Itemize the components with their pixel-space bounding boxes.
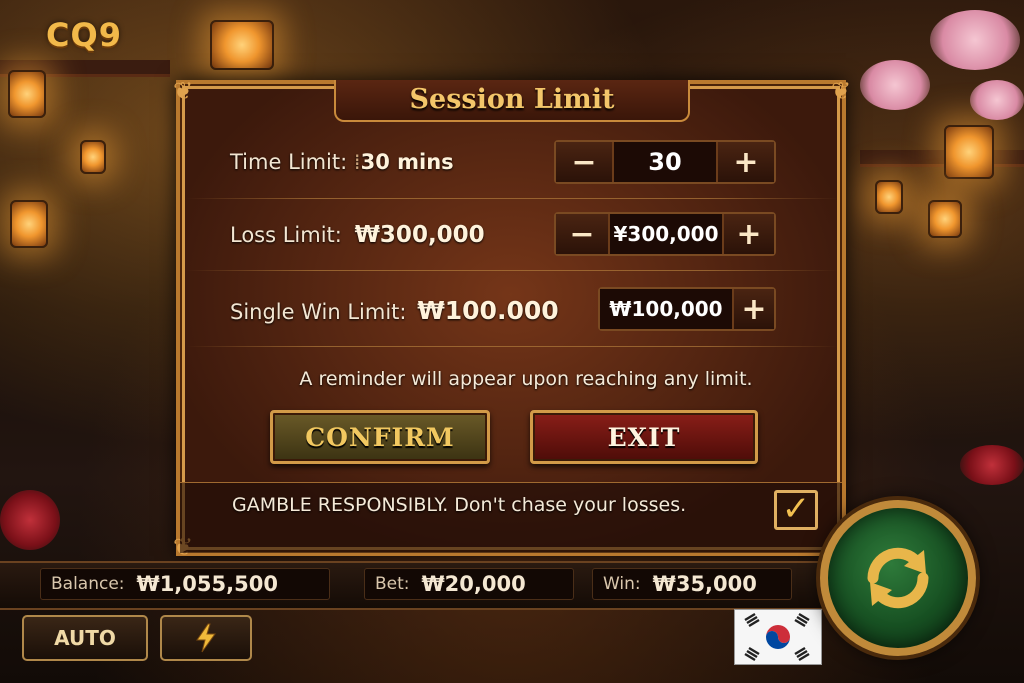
turbo-button[interactable] [160, 615, 252, 661]
single-win-limit-stepper: ₩100,000 + [598, 287, 776, 331]
roof-right [860, 150, 1024, 167]
time-limit-value: 30 mins [360, 150, 454, 174]
bet-label: Bet: [375, 574, 410, 594]
time-limit-input[interactable]: 30 [612, 142, 718, 182]
loss-limit-value: ₩300,000 [354, 222, 485, 248]
loss-limit-row: Loss Limit: ₩300,000 [230, 222, 485, 248]
text-cursor-icon: ⁞ [353, 150, 361, 174]
ornament-corner-icon: ❦ [830, 77, 852, 105]
dialog-title: Session Limit [409, 84, 615, 115]
win-value: ₩35,000 [652, 572, 757, 596]
single-win-limit-value: ₩100.000 [417, 296, 559, 325]
loss-limit-label: Loss Limit: [230, 223, 342, 247]
lantern [210, 20, 274, 70]
lantern [875, 180, 903, 214]
bet-display: Bet: ₩20,000 [364, 568, 574, 600]
red-flowers [960, 445, 1024, 485]
loss-limit-stepper: − ¥300,000 + [554, 212, 776, 256]
responsible-gambling-strip [180, 482, 842, 553]
lantern [80, 140, 106, 174]
ornament-corner-icon: ❦ [172, 77, 194, 105]
lantern [944, 125, 994, 179]
loss-limit-minus-button[interactable]: − [556, 214, 608, 254]
time-limit-minus-button[interactable]: − [556, 142, 612, 182]
confirm-button[interactable]: CONFIRM [270, 410, 490, 464]
refresh-arrows-icon [867, 547, 929, 609]
flag-graphic [735, 610, 821, 664]
responsible-gambling-text: GAMBLE RESPONSIBLY. Don't chase your los… [232, 494, 687, 516]
auto-button[interactable]: AUTO [22, 615, 148, 661]
balance-value: ₩1,055,500 [136, 572, 278, 596]
loss-limit-input[interactable]: ¥300,000 [608, 214, 724, 254]
spin-button[interactable] [820, 500, 976, 656]
lantern [8, 70, 46, 118]
cherry-blossom [860, 60, 930, 110]
divider [186, 198, 838, 199]
balance-label: Balance: [51, 574, 125, 594]
lightning-icon [196, 623, 216, 653]
loss-limit-plus-button[interactable]: + [724, 214, 774, 254]
reminder-text: A reminder will appear upon reaching any… [299, 368, 753, 390]
cherry-blossom [970, 80, 1024, 120]
lantern [928, 200, 962, 238]
single-win-limit-label: Single Win Limit: [230, 300, 407, 324]
balance-display: Balance: ₩1,055,500 [40, 568, 330, 600]
divider [186, 346, 838, 347]
win-display: Win: ₩35,000 [592, 568, 792, 600]
lantern [10, 200, 48, 248]
time-limit-row: Time Limit: ⁞30 mins [230, 150, 454, 174]
responsible-gambling-checkbox[interactable]: ✓ [774, 490, 818, 530]
single-win-limit-row: Single Win Limit: ₩100.000 [230, 296, 559, 325]
single-win-limit-plus-button[interactable]: + [734, 289, 774, 329]
bet-value: ₩20,000 [421, 572, 526, 596]
time-limit-plus-button[interactable]: + [718, 142, 774, 182]
exit-button[interactable]: EXIT [530, 410, 758, 464]
south-korea-flag-icon[interactable] [734, 609, 822, 665]
time-limit-label: Time Limit: [230, 150, 348, 174]
cherry-blossom [930, 10, 1020, 70]
time-limit-stepper: − 30 + [554, 140, 776, 184]
cq9-logo: CQ9 [46, 16, 122, 54]
win-label: Win: [603, 574, 641, 594]
single-win-limit-input[interactable]: ₩100,000 [600, 289, 734, 329]
divider [186, 270, 838, 271]
red-flowers [0, 490, 60, 550]
